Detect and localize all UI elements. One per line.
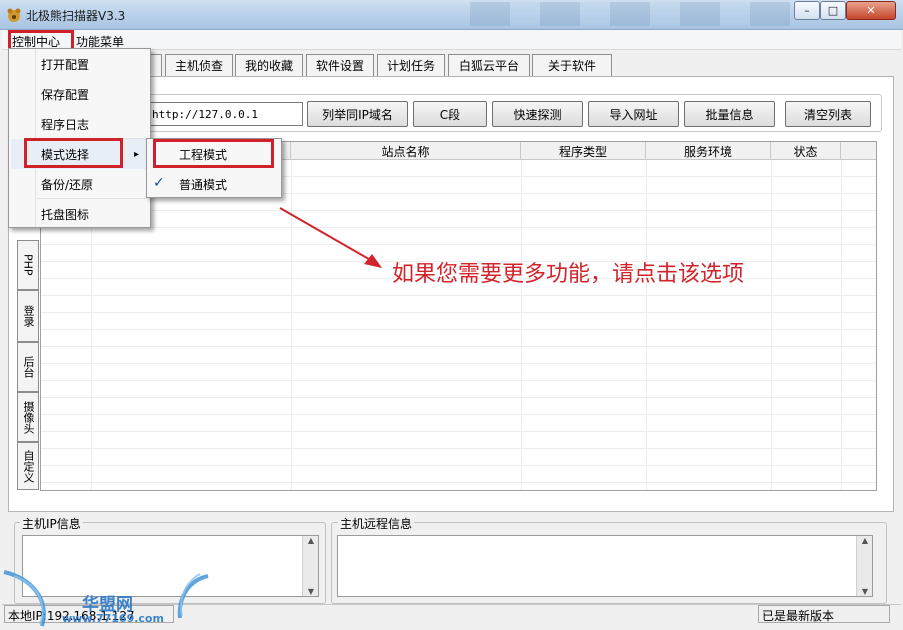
- host-ip-label: 主机IP信息: [20, 515, 83, 532]
- tab-scheduled-tasks[interactable]: 计划任务: [377, 54, 445, 76]
- menu-item-open-config[interactable]: 打开配置: [11, 49, 147, 79]
- title-bar: 北极熊扫描器V3.3 – □ ✕: [0, 0, 903, 30]
- table-row[interactable]: [41, 449, 876, 466]
- batch-info-button[interactable]: 批量信息: [684, 101, 775, 127]
- table-row[interactable]: [41, 330, 876, 347]
- scroll-down-icon[interactable]: ▼: [857, 587, 873, 596]
- checkmark-icon: ✓: [153, 175, 165, 191]
- menu-bar: [2, 30, 901, 50]
- bear-app-icon: [7, 8, 21, 22]
- tab-settings[interactable]: 软件设置: [306, 54, 374, 76]
- tab-host-recon[interactable]: 主机侦查: [165, 54, 233, 76]
- minimize-button[interactable]: –: [794, 1, 820, 20]
- side-tab-admin[interactable]: 后台: [17, 342, 39, 392]
- watermark-url: www.77169.com: [62, 612, 164, 625]
- highlight-box-engineering-mode: [153, 139, 274, 168]
- window-title: 北极熊扫描器V3.3: [26, 9, 126, 23]
- tab-about[interactable]: 关于软件: [532, 54, 612, 76]
- table-row[interactable]: [41, 398, 876, 415]
- table-row[interactable]: [41, 381, 876, 398]
- column-header-status[interactable]: 状态: [771, 142, 841, 160]
- table-row[interactable]: [41, 415, 876, 432]
- tab-favorites[interactable]: 我的收藏: [235, 54, 303, 76]
- table-row[interactable]: [41, 211, 876, 228]
- menu-item-normal-mode[interactable]: 普通模式: [149, 169, 279, 199]
- menu-item-program-log[interactable]: 程序日志: [11, 109, 147, 139]
- column-header-service-env[interactable]: 服务环境: [646, 142, 771, 160]
- scroll-down-icon[interactable]: ▼: [303, 587, 319, 596]
- url-input[interactable]: [148, 102, 303, 126]
- status-version: 已是最新版本: [758, 605, 890, 623]
- side-tab-label: 摄像头: [22, 400, 35, 434]
- side-tab-label: PHP: [21, 254, 35, 276]
- column-header-site-name[interactable]: 站点名称: [291, 142, 521, 160]
- list-same-ip-domains-button[interactable]: 列举同IP域名: [307, 101, 408, 127]
- side-tab-label: 登录: [22, 305, 35, 327]
- menu-item-save-config[interactable]: 保存配置: [11, 79, 147, 109]
- side-tab-custom[interactable]: 自定义: [17, 442, 39, 490]
- side-tab-camera[interactable]: 摄像头: [17, 392, 39, 442]
- side-tab-php[interactable]: PHP: [17, 240, 39, 290]
- submenu-arrow-icon: ▸: [133, 148, 139, 160]
- host-remote-scrollbar[interactable]: ▲ ▼: [856, 536, 872, 596]
- clear-list-button[interactable]: 清空列表: [785, 101, 871, 127]
- table-row[interactable]: [41, 432, 876, 449]
- side-tab-label: 后台: [22, 356, 35, 378]
- title-watermark: [470, 2, 790, 26]
- tab-partial[interactable]: [150, 54, 162, 76]
- menu-item-tray-icon[interactable]: 托盘图标: [11, 199, 147, 229]
- host-remote-label: 主机远程信息: [338, 515, 415, 532]
- side-tab-label: 自定义: [22, 449, 35, 483]
- table-row[interactable]: [41, 466, 876, 483]
- host-remote-textbox[interactable]: ▲ ▼: [337, 535, 873, 597]
- side-tab-login[interactable]: 登录: [17, 290, 39, 342]
- table-row[interactable]: [41, 347, 876, 364]
- import-urls-button[interactable]: 导入网址: [588, 101, 679, 127]
- tab-white-fox-cloud[interactable]: 白狐云平台: [448, 54, 530, 76]
- table-row[interactable]: [41, 228, 876, 245]
- table-row[interactable]: [41, 313, 876, 330]
- maximize-button[interactable]: □: [820, 1, 846, 20]
- quick-probe-button[interactable]: 快速探测: [492, 101, 583, 127]
- table-row[interactable]: [41, 296, 876, 313]
- highlight-box-mode-select: [24, 138, 123, 168]
- table-row[interactable]: [41, 364, 876, 381]
- annotation-text: 如果您需要更多功能，请点击该选项: [392, 262, 745, 287]
- annotation-arrow: [279, 207, 382, 268]
- scroll-up-icon[interactable]: ▲: [857, 536, 873, 545]
- scroll-up-icon[interactable]: ▲: [303, 536, 319, 545]
- host-ip-scrollbar[interactable]: ▲ ▼: [302, 536, 318, 596]
- c-segment-button[interactable]: C段: [413, 101, 487, 127]
- close-button[interactable]: ✕: [846, 1, 896, 20]
- menu-item-backup-restore[interactable]: 备份/还原: [11, 169, 147, 199]
- column-header-program-type[interactable]: 程序类型: [521, 142, 646, 160]
